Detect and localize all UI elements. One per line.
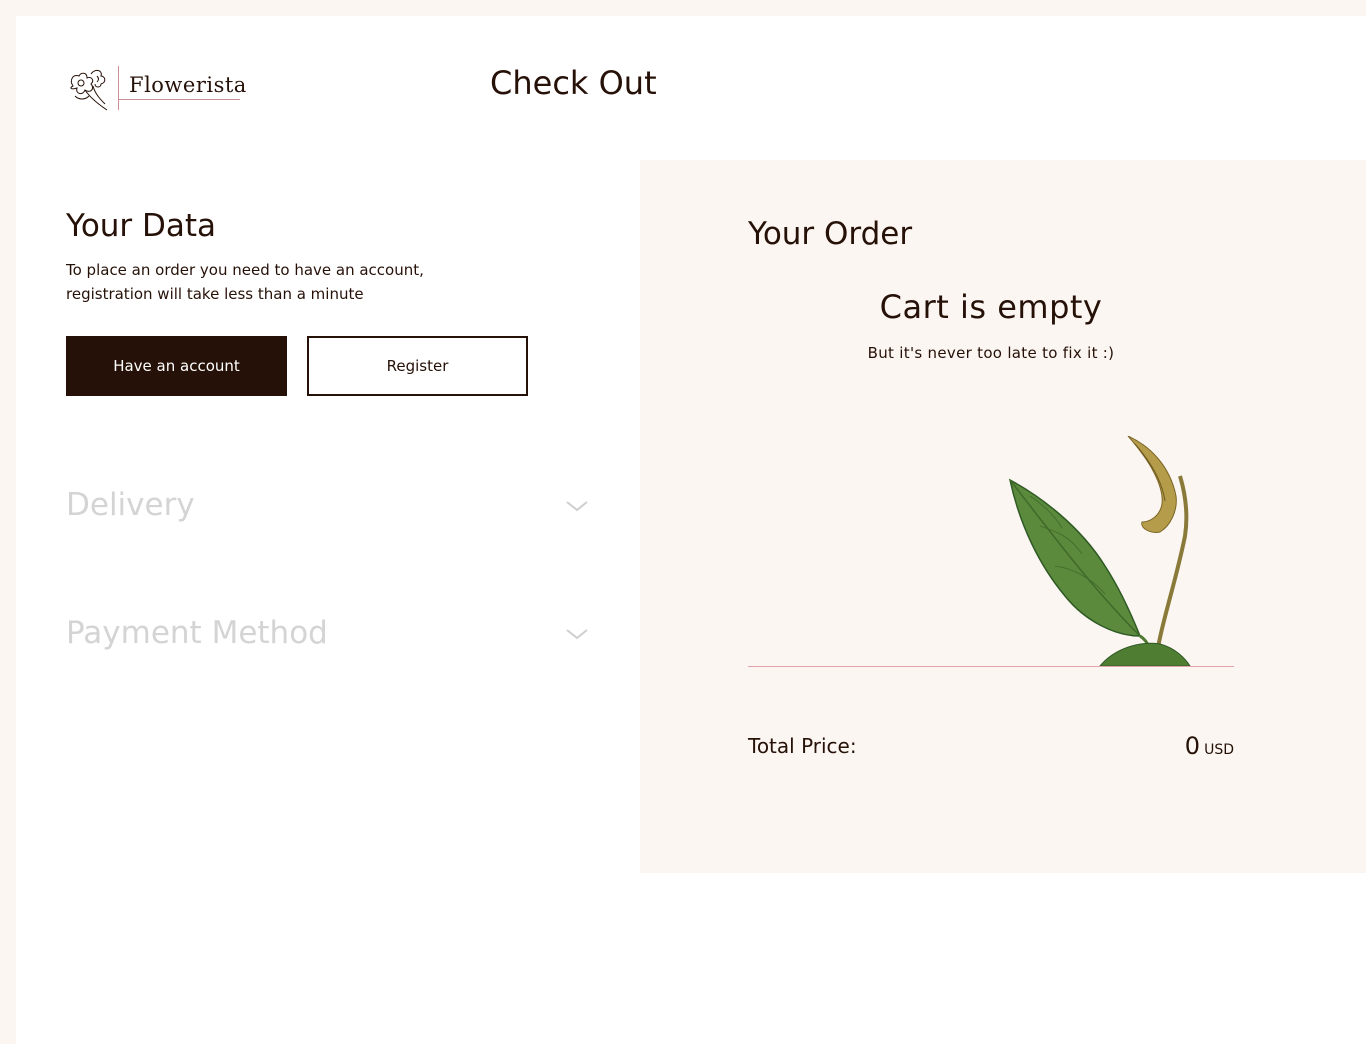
delivery-section-toggle[interactable]: Delivery (66, 480, 588, 530)
payment-method-label: Payment Method (66, 615, 328, 651)
chevron-down-icon (566, 501, 588, 512)
payment-method-section-toggle[interactable]: Payment Method (66, 608, 588, 658)
total-price-label: Total Price: (748, 734, 857, 758)
have-account-button[interactable]: Have an account (66, 336, 287, 396)
page-title: Check Out (490, 64, 657, 102)
your-data-description: To place an order you need to have an ac… (66, 261, 424, 303)
order-panel: Your Order Cart is empty But it's never … (640, 160, 1366, 873)
chevron-down-icon (566, 629, 588, 640)
brand-name: Flowerista (129, 73, 247, 97)
logo-divider (118, 66, 119, 110)
total-price-amount: 0 (1184, 732, 1201, 760)
cart-empty-title: Cart is empty (879, 288, 1103, 326)
register-button[interactable]: Register (307, 336, 528, 396)
cart-empty-subtitle: But it's never too late to fix it :) (867, 344, 1115, 362)
your-data-title: Your Data (66, 208, 217, 244)
brand-logo[interactable]: Flowerista (65, 66, 247, 112)
logo-underline (119, 99, 240, 100)
your-order-title: Your Order (748, 216, 913, 252)
delivery-label: Delivery (66, 487, 195, 523)
total-price-value: 0 USD (1185, 732, 1234, 760)
leaf-illustration (1008, 436, 1191, 666)
flower-logo-icon (70, 69, 108, 111)
total-price-currency: USD (1204, 742, 1234, 758)
checkout-page: Flowerista Check Out Your Data To place … (16, 16, 1366, 1044)
order-divider (748, 666, 1234, 667)
